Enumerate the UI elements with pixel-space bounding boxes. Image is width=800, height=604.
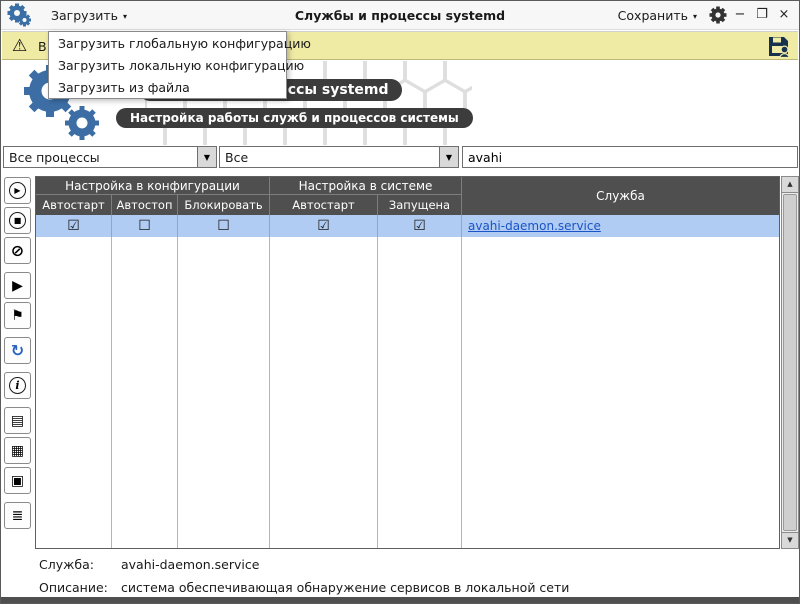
disable-service-button[interactable]: ⊘ bbox=[4, 237, 31, 264]
filter-row: Все процессы ▼ Все ▼ bbox=[1, 146, 799, 169]
detailed-list-button[interactable]: ≣ bbox=[4, 502, 31, 529]
maximize-button[interactable]: ❐ bbox=[753, 5, 771, 25]
chevron-down-icon: ▾ bbox=[123, 12, 127, 21]
checkbox-running-system[interactable]: ☑ bbox=[378, 215, 462, 237]
description-label: Описание: bbox=[39, 580, 108, 595]
description-value: система обеспечивающая обнаружение серви… bbox=[121, 580, 569, 595]
gear-icon bbox=[709, 6, 727, 24]
chevron-down-icon: ▾ bbox=[693, 12, 697, 21]
process-filter-combobox[interactable]: Все процессы ▼ bbox=[3, 146, 217, 168]
titlebar: Загрузить ▾ Службы и процессы systemd Со… bbox=[1, 1, 799, 30]
banner-subtitle: Настройка работы служб и процессов систе… bbox=[116, 108, 473, 128]
table-empty-column bbox=[36, 237, 112, 548]
flag-icon: ⚑ bbox=[11, 309, 24, 323]
info-circle-icon: i bbox=[9, 377, 26, 394]
scrollbar-thumb[interactable] bbox=[783, 194, 797, 531]
side-toolbar: ▶ ■ ⊘ ▶ ⚑ ↻ i ▤ ▦ ▣ ≣ bbox=[4, 177, 31, 529]
checkbox-block-config[interactable]: ☐ bbox=[178, 215, 270, 237]
search-input[interactable] bbox=[462, 146, 798, 168]
checkbox-autostart-system[interactable]: ☑ bbox=[270, 215, 378, 237]
app-gears-icon bbox=[7, 1, 31, 29]
checkbox-autostart-config[interactable]: ☑ bbox=[36, 215, 112, 237]
services-table: Настройка в конфигурации Настройка в сис… bbox=[35, 176, 780, 549]
load-dropdown-menu: Загрузить глобальную конфигурацию Загруз… bbox=[48, 31, 287, 99]
table-empty-column bbox=[112, 237, 178, 548]
warning-icon: ⚠ bbox=[12, 36, 27, 56]
header-group-config: Настройка в конфигурации bbox=[36, 177, 270, 195]
save-menu-label: Сохранить bbox=[618, 8, 688, 23]
service-cell: avahi-daemon.service bbox=[462, 215, 779, 237]
table-empty-column bbox=[270, 237, 378, 548]
save-profile-icon[interactable] bbox=[767, 35, 791, 62]
refresh-icon: ↻ bbox=[11, 343, 24, 359]
header-autostop-config: Автостоп bbox=[112, 195, 178, 215]
refresh-button[interactable]: ↻ bbox=[4, 337, 31, 364]
service-value: avahi-daemon.service bbox=[121, 557, 259, 572]
header-autostart-config: Автостарт bbox=[36, 195, 112, 215]
play-icon: ▶ bbox=[12, 279, 23, 293]
stop-service-button[interactable]: ■ bbox=[4, 207, 31, 234]
header-group-system: Настройка в системе bbox=[270, 177, 462, 195]
save-menu-button[interactable]: Сохранить ▾ bbox=[612, 1, 703, 29]
play-circle-icon: ▶ bbox=[9, 182, 26, 199]
console-icon: ▣ bbox=[11, 474, 24, 488]
finish-flag-button[interactable]: ⚑ bbox=[4, 302, 31, 329]
process-filter-value: Все процессы bbox=[4, 150, 197, 165]
load-menu-label: Загрузить bbox=[51, 8, 118, 23]
service-link[interactable]: avahi-daemon.service bbox=[468, 219, 601, 233]
dropdown-arrow-icon[interactable]: ▼ bbox=[197, 147, 216, 167]
state-filter-value: Все bbox=[220, 150, 439, 165]
log-document-button[interactable]: ▤ bbox=[4, 407, 31, 434]
table-empty-area bbox=[36, 237, 779, 548]
window-controls: − ❐ × bbox=[731, 1, 793, 29]
close-button[interactable]: × bbox=[775, 5, 793, 25]
menu-item-load-global-config[interactable]: Загрузить глобальную конфигурацию bbox=[49, 32, 286, 54]
stop-circle-icon: ■ bbox=[9, 212, 26, 229]
settings-gear-button[interactable] bbox=[707, 1, 729, 29]
list-icon: ≣ bbox=[12, 509, 24, 523]
report-document-button[interactable]: ▦ bbox=[4, 437, 31, 464]
menu-item-load-local-config[interactable]: Загрузить локальную конфигурацию bbox=[49, 54, 286, 76]
table-empty-column bbox=[378, 237, 462, 548]
header-block-config: Блокировать bbox=[178, 195, 270, 215]
header-running-system: Запущена bbox=[378, 195, 462, 215]
run-process-button[interactable]: ▶ bbox=[4, 272, 31, 299]
info-button[interactable]: i bbox=[4, 372, 31, 399]
table-row[interactable]: ☑ ☐ ☐ ☑ ☑ avahi-daemon.service bbox=[36, 215, 779, 237]
table-empty-column bbox=[178, 237, 270, 548]
details-panel: Служба: avahi-daemon.service Описание: с… bbox=[1, 553, 799, 598]
header-autostart-system: Автостарт bbox=[270, 195, 378, 215]
checkbox-autostop-config[interactable]: ☐ bbox=[112, 215, 178, 237]
scrollbar-track[interactable] bbox=[782, 193, 798, 532]
prohibit-icon: ⊘ bbox=[11, 243, 24, 259]
load-menu-button[interactable]: Загрузить ▾ bbox=[45, 1, 133, 29]
table-empty-column bbox=[462, 237, 779, 548]
app-window: Загрузить ▾ Службы и процессы systemd Со… bbox=[0, 0, 800, 604]
scroll-up-arrow[interactable]: ▲ bbox=[782, 177, 798, 193]
window-title: Службы и процессы systemd bbox=[295, 1, 505, 29]
document-icon: ▤ bbox=[11, 414, 24, 428]
warning-text: В bbox=[38, 39, 47, 54]
table-header: Настройка в конфигурации Настройка в сис… bbox=[36, 177, 779, 215]
minimize-button[interactable]: − bbox=[731, 5, 749, 25]
service-label: Служба: bbox=[39, 557, 94, 572]
header-service: Служба bbox=[462, 177, 779, 215]
dropdown-arrow-icon[interactable]: ▼ bbox=[439, 147, 458, 167]
start-service-button[interactable]: ▶ bbox=[4, 177, 31, 204]
console-output-button[interactable]: ▣ bbox=[4, 467, 31, 494]
scroll-down-arrow[interactable]: ▼ bbox=[782, 532, 798, 548]
document-chart-icon: ▦ bbox=[11, 444, 24, 458]
menu-item-load-from-file[interactable]: Загрузить из файла bbox=[49, 76, 286, 98]
state-filter-combobox[interactable]: Все ▼ bbox=[219, 146, 459, 168]
window-bottom-edge bbox=[1, 597, 799, 603]
table-scrollbar[interactable]: ▲ ▼ bbox=[781, 176, 799, 549]
